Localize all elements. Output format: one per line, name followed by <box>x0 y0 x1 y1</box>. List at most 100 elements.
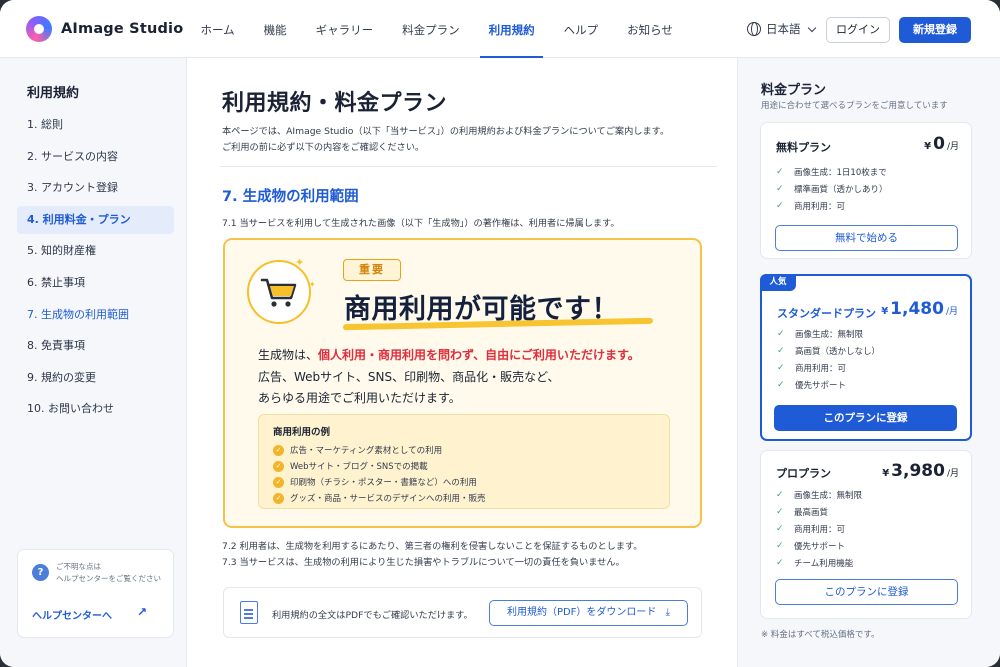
lead-highlight: 個人利用・商用利用を問わず、自由にご利用いただけます。 <box>318 348 640 362</box>
price-unit: /月 <box>946 469 959 479</box>
list-item: ✓ グッズ・商品・サービスのデザインへの利用・販売 <box>273 490 486 506</box>
list-item: ✓ 最高画質 <box>776 503 862 520</box>
feature-text: 商用利用：可 <box>795 363 847 374</box>
shopping-cart-icon <box>247 260 311 324</box>
logo[interactable]: AImage Studio <box>26 16 183 42</box>
nav-help[interactable]: ヘルプ <box>549 0 613 58</box>
language-label: 日本語 <box>766 22 801 36</box>
list-item: ✓ 商用利用：可 <box>776 520 862 537</box>
pdf-download-button[interactable]: 利用規約（PDF）をダウンロード ⤓ <box>489 600 688 626</box>
list-item: ✓ 標準画質（透かしあり） <box>776 180 888 197</box>
toc-item-pricing[interactable]: 4. 利用料金・プラン <box>17 205 174 234</box>
currency: ¥ <box>881 306 889 317</box>
nav-terms[interactable]: 利用規約 <box>474 0 549 58</box>
section-title: 7. 生成物の利用範囲 <box>222 189 359 205</box>
price-value: 0 <box>933 134 945 154</box>
nav-gallery[interactable]: ギャラリー <box>301 0 388 58</box>
feature-list: ✓ 画像生成：1日10枚まで ✓ 標準画質（透かしあり） ✓ 商用利用：可 <box>776 163 888 214</box>
toc-item-disclaimer[interactable]: 8. 免責事項 <box>17 332 174 360</box>
sidebar-title: 利用規約 <box>27 86 80 101</box>
feature-text: 優先サポート <box>795 380 847 391</box>
feature-text: 優先サポート <box>794 541 846 552</box>
toc-item-changes[interactable]: 9. 規約の変更 <box>17 364 174 392</box>
toc-item-contact[interactable]: 10. お問い合わせ <box>17 395 174 423</box>
feature-text: 画像生成：1日10枚まで <box>794 167 887 178</box>
arrow-up-right-icon[interactable]: ↗ <box>137 605 147 619</box>
clause-7-1: 7.1 当サービスを利用して生成された画像（以下「生成物」）の著作権は、利用者に… <box>222 218 620 229</box>
example-text: Webサイト・ブログ・SNSでの掲載 <box>290 462 428 472</box>
check-circle-icon: ✓ <box>273 492 284 504</box>
list-item: ✓ 優先サポート <box>776 537 862 554</box>
check-icon: ✓ <box>776 183 784 194</box>
list-item: ✓ 画像生成：無制限 <box>777 325 880 342</box>
list-item: ✓ 高画質（透かしなし） <box>777 342 880 359</box>
toc-item-service[interactable]: 2. サービスの内容 <box>17 143 174 171</box>
toc-item-usage-scope[interactable]: 7. 生成物の利用範囲 <box>17 301 174 329</box>
nav-home[interactable]: ホーム <box>186 0 249 58</box>
toc-list: 1. 総則 2. サービスの内容 3. アカウント登録 4. 利用料金・プラン … <box>17 111 174 427</box>
help-center-link[interactable]: ヘルプセンターへ <box>32 607 112 622</box>
list-item: ✓ Webサイト・ブログ・SNSでの掲載 <box>273 458 486 474</box>
check-icon: ✓ <box>776 200 784 211</box>
intro-text: 本ページでは、AImage Studio（以下「当サービス」）の利用規約および料… <box>222 124 722 156</box>
help-text-line1: ご不明な点は <box>56 562 101 571</box>
help-text: ご不明な点は ヘルプセンターをご覧ください <box>56 561 171 585</box>
nav-news[interactable]: お知らせ <box>613 0 688 58</box>
start-free-button[interactable]: 無料で始める <box>775 225 958 251</box>
subscribe-pro-button[interactable]: このプランに登録 <box>775 579 958 605</box>
callout-headline: 商用利用が可能です！ <box>344 294 619 325</box>
signup-button[interactable]: 新規登録 <box>899 17 971 43</box>
feature-text: 商用利用：可 <box>794 524 846 535</box>
check-icon: ✓ <box>776 506 784 517</box>
toc-item-account[interactable]: 3. アカウント登録 <box>17 174 174 202</box>
toc-sidebar: 利用規約 1. 総則 2. サービスの内容 3. アカウント登録 4. 利用料金… <box>0 58 187 667</box>
list-item: ✓ 商用利用：可 <box>776 197 888 214</box>
clause-7-2: 7.2 利用者は、生成物を利用するにあたり、第三者の権利を侵害しないことを保証す… <box>222 541 643 552</box>
toc-item-general[interactable]: 1. 総則 <box>17 111 174 139</box>
check-icon: ✓ <box>776 540 784 551</box>
example-text: 印刷物（チラシ・ポスター・書籍など）への利用 <box>290 478 477 488</box>
subscribe-standard-button[interactable]: このプランに登録 <box>774 405 957 431</box>
question-icon: ? <box>32 564 49 581</box>
toc-item-ip[interactable]: 5. 知的財産権 <box>17 237 174 265</box>
language-selector[interactable]: 日本語 <box>747 21 816 37</box>
plan-name: プロプラン <box>776 467 831 480</box>
price-unit: /月 <box>946 142 959 152</box>
feature-text: 商用利用：可 <box>794 201 846 212</box>
commercial-use-callout: ✦ ✦ 重要 商用利用が可能です！ 生成物は、個人利用・商用利用を問わず、自由に… <box>223 238 702 528</box>
nav-features[interactable]: 機能 <box>249 0 301 58</box>
feature-list: ✓ 画像生成：無制限 ✓ 高画質（透かしなし） ✓ 商用利用：可 ✓ 優先サポート <box>777 325 880 393</box>
feature-text: 標準画質（透かしあり） <box>794 184 888 195</box>
help-card: ? ご不明な点は ヘルプセンターをご覧ください ヘルプセンターへ ↗ <box>17 549 174 638</box>
pricing-panel: 料金プラン 用途に合わせて選べるプランをご用意しています 無料プラン ¥0/月 … <box>737 58 1000 667</box>
login-button[interactable]: ログイン <box>826 17 890 43</box>
list-item: ✓ 印刷物（チラシ・ポスター・書籍など）への利用 <box>273 474 486 490</box>
callout-lead: 生成物は、個人利用・商用利用を問わず、自由にご利用いただけます。 広告、Webサ… <box>258 345 698 410</box>
pricing-subtitle: 用途に合わせて選べるプランをご用意しています <box>761 101 948 111</box>
examples-title: 商用利用の例 <box>273 427 331 438</box>
plan-card-standard: 人気 スタンダードプラン ¥1,480/月 ✓ 画像生成：無制限 ✓ 高画質（透かし… <box>760 274 972 441</box>
nav-pricing[interactable]: 料金プラン <box>388 0 475 58</box>
logo-text: AImage Studio <box>61 21 184 37</box>
list-item: ✓ 広告・マーケティング素材としての利用 <box>273 442 486 458</box>
example-text: グッズ・商品・サービスのデザインへの利用・販売 <box>290 494 486 504</box>
check-icon: ✓ <box>777 345 785 356</box>
examples-list: ✓ 広告・マーケティング素材としての利用 ✓ Webサイト・ブログ・SNSでの掲載 … <box>273 442 486 506</box>
popular-badge: 人気 <box>760 274 796 291</box>
check-icon: ✓ <box>777 379 785 390</box>
important-badge: 重要 <box>343 259 401 281</box>
feature-text: 画像生成：無制限 <box>794 490 863 501</box>
check-icon: ✓ <box>777 328 785 339</box>
check-circle-icon: ✓ <box>273 476 284 488</box>
pdf-text: 利用規約の全文はPDFでもご確認いただけます。 <box>272 610 473 621</box>
document-icon <box>240 601 258 624</box>
check-icon: ✓ <box>776 557 784 568</box>
lead-line2: 広告、Webサイト、SNS、印刷物、商品化・販売など、 <box>258 369 560 384</box>
intro-line1: 本ページでは、AImage Studio（以下「当サービス」）の利用規約および料… <box>222 126 670 137</box>
toc-item-prohibited[interactable]: 6. 禁止事項 <box>17 269 174 297</box>
clause-7-3: 7.3 当サービスは、生成物の利用により生じた損害やトラブルについて一切の責任を… <box>222 556 625 568</box>
check-icon: ✓ <box>776 489 784 500</box>
plan-name: 無料プラン <box>776 141 831 154</box>
feature-text: チーム利用機能 <box>794 558 854 569</box>
app-window: AImage Studio ホーム 機能 ギャラリー 料金プラン 利用規約 ヘル… <box>0 0 1000 667</box>
